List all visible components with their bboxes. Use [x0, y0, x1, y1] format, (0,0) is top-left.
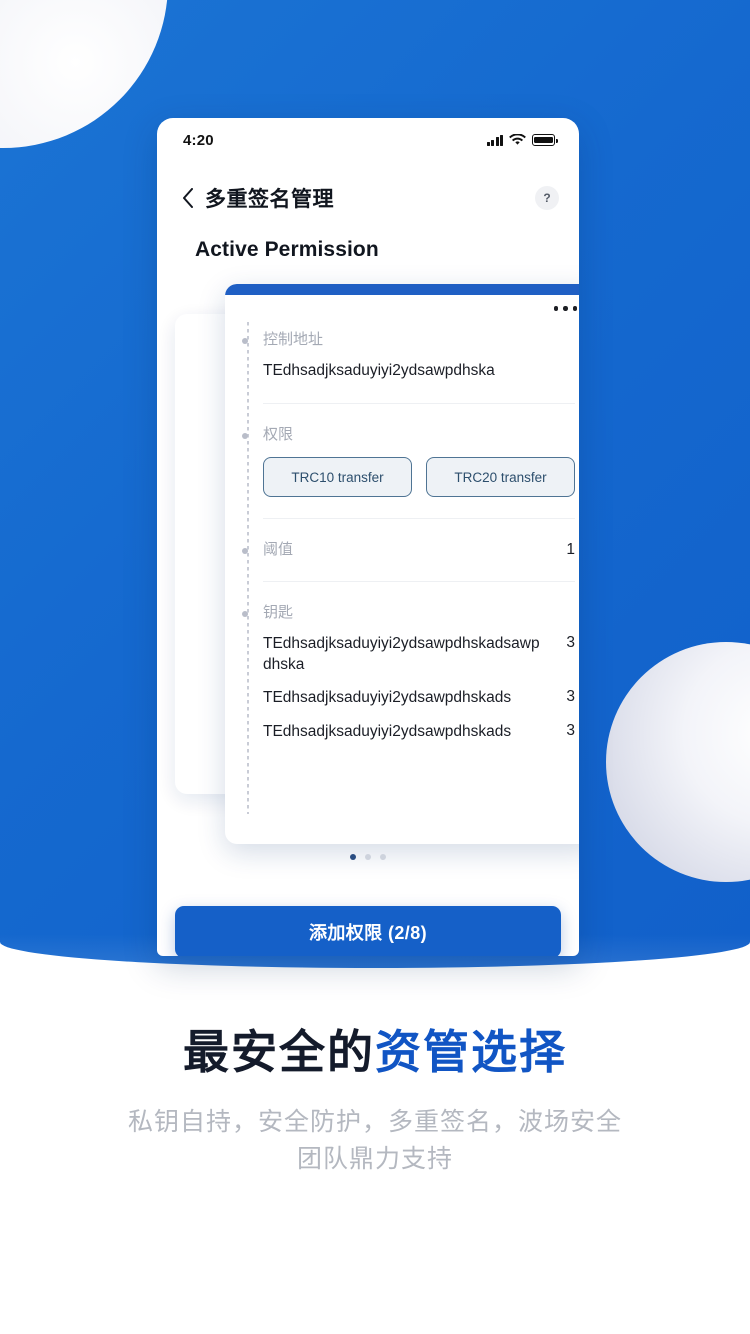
- decorative-sphere-top-left: [0, 0, 168, 148]
- key-weight: 3: [566, 634, 575, 651]
- key-row: TEdhsadjksaduyiyi2ydsawpdhskadsawpdhska …: [263, 634, 575, 675]
- decorative-sphere-right: [606, 642, 750, 882]
- key-weight: 3: [566, 721, 575, 739]
- more-horizontal-icon[interactable]: [553, 306, 577, 311]
- pagination-dot[interactable]: [380, 854, 386, 860]
- promo-headline-prefix: 最安全的: [183, 1026, 375, 1078]
- help-button[interactable]: ?: [535, 186, 559, 210]
- key-address: TEdhsadjksaduyiyi2ydsawpdhskads: [263, 722, 512, 740]
- pagination-dot[interactable]: [365, 854, 371, 860]
- page-title: 多重签名管理: [205, 188, 334, 211]
- timeline-marker: [242, 611, 248, 617]
- app-screenshot: 4:20 多重签名管理 ? Active Permission 控制地址 TEd…: [0, 0, 750, 1334]
- cellular-signal-icon: [487, 134, 503, 146]
- control-address-value: TEdhsadjksaduyiyi2ydsawpdhska: [263, 362, 495, 379]
- back-button[interactable]: [175, 185, 201, 211]
- control-address-block: 控制地址 TEdhsadjksaduyiyi2ydsawpdhska: [242, 331, 575, 382]
- chevron-left-icon: [183, 188, 193, 208]
- nav-bar: 多重签名管理 ?: [157, 170, 579, 226]
- threshold-block: 阈值 1: [242, 541, 575, 559]
- section-title: Active Permission: [195, 238, 379, 261]
- promo-subtitle: 私钥自持，安全防护，多重签名，波场安全团队鼎力支持: [127, 1107, 622, 1174]
- permission-chip[interactable]: TRC10 transfer: [263, 457, 412, 497]
- timeline-marker: [242, 433, 248, 439]
- key-row: TEdhsadjksaduyiyi2ydsawpdhskads 3: [263, 722, 575, 743]
- promo-headline-accent: 资管选择: [375, 1026, 567, 1078]
- threshold-value: 1: [566, 541, 575, 558]
- timeline-marker: [242, 338, 248, 344]
- keys-block: 钥匙 TEdhsadjksaduyiyi2ydsawpdhskadsawpdhs…: [242, 604, 575, 743]
- permission-chip[interactable]: TRC20 transfer: [426, 457, 575, 497]
- key-address: TEdhsadjksaduyiyi2ydsawpdhskads: [263, 689, 512, 707]
- add-permission-button[interactable]: 添加权限 (2/8): [175, 906, 561, 956]
- promo-section: 最安全的资管选择 私钥自持，安全防护，多重签名，波场安全团队鼎力支持: [0, 1024, 750, 1179]
- threshold-label: 阈值: [263, 541, 294, 558]
- key-address: TEdhsadjksaduyiyi2ydsawpdhskadsawpdhska: [263, 635, 540, 673]
- wifi-icon: [509, 134, 526, 145]
- pagination-dot-active[interactable]: [350, 854, 356, 860]
- status-bar: 4:20: [157, 118, 579, 162]
- phone-mockup: 4:20 多重签名管理 ? Active Permission 控制地址 TEd…: [157, 118, 579, 956]
- promo-headline: 最安全的资管选择: [0, 1024, 750, 1082]
- keys-label: 钥匙: [263, 604, 294, 621]
- permission-card: 控制地址 TEdhsadjksaduyiyi2ydsawpdhska 权限 TR…: [225, 284, 579, 844]
- key-row: TEdhsadjksaduyiyi2ydsawpdhskads 3: [263, 688, 575, 709]
- permissions-block: 权限 TRC10 transfer TRC20 transfer: [242, 426, 575, 497]
- status-bar-time: 4:20: [183, 131, 214, 149]
- permission-chip-list: TRC10 transfer TRC20 transfer: [263, 457, 575, 497]
- timeline-marker: [242, 548, 248, 554]
- carousel-pagination[interactable]: [157, 854, 579, 860]
- key-weight: 3: [566, 688, 575, 706]
- status-bar-indicators: [487, 134, 558, 146]
- permissions-label: 权限: [263, 426, 294, 443]
- battery-full-icon: [532, 134, 558, 146]
- control-address-label: 控制地址: [263, 331, 324, 348]
- timeline-dotted-line: [247, 322, 249, 814]
